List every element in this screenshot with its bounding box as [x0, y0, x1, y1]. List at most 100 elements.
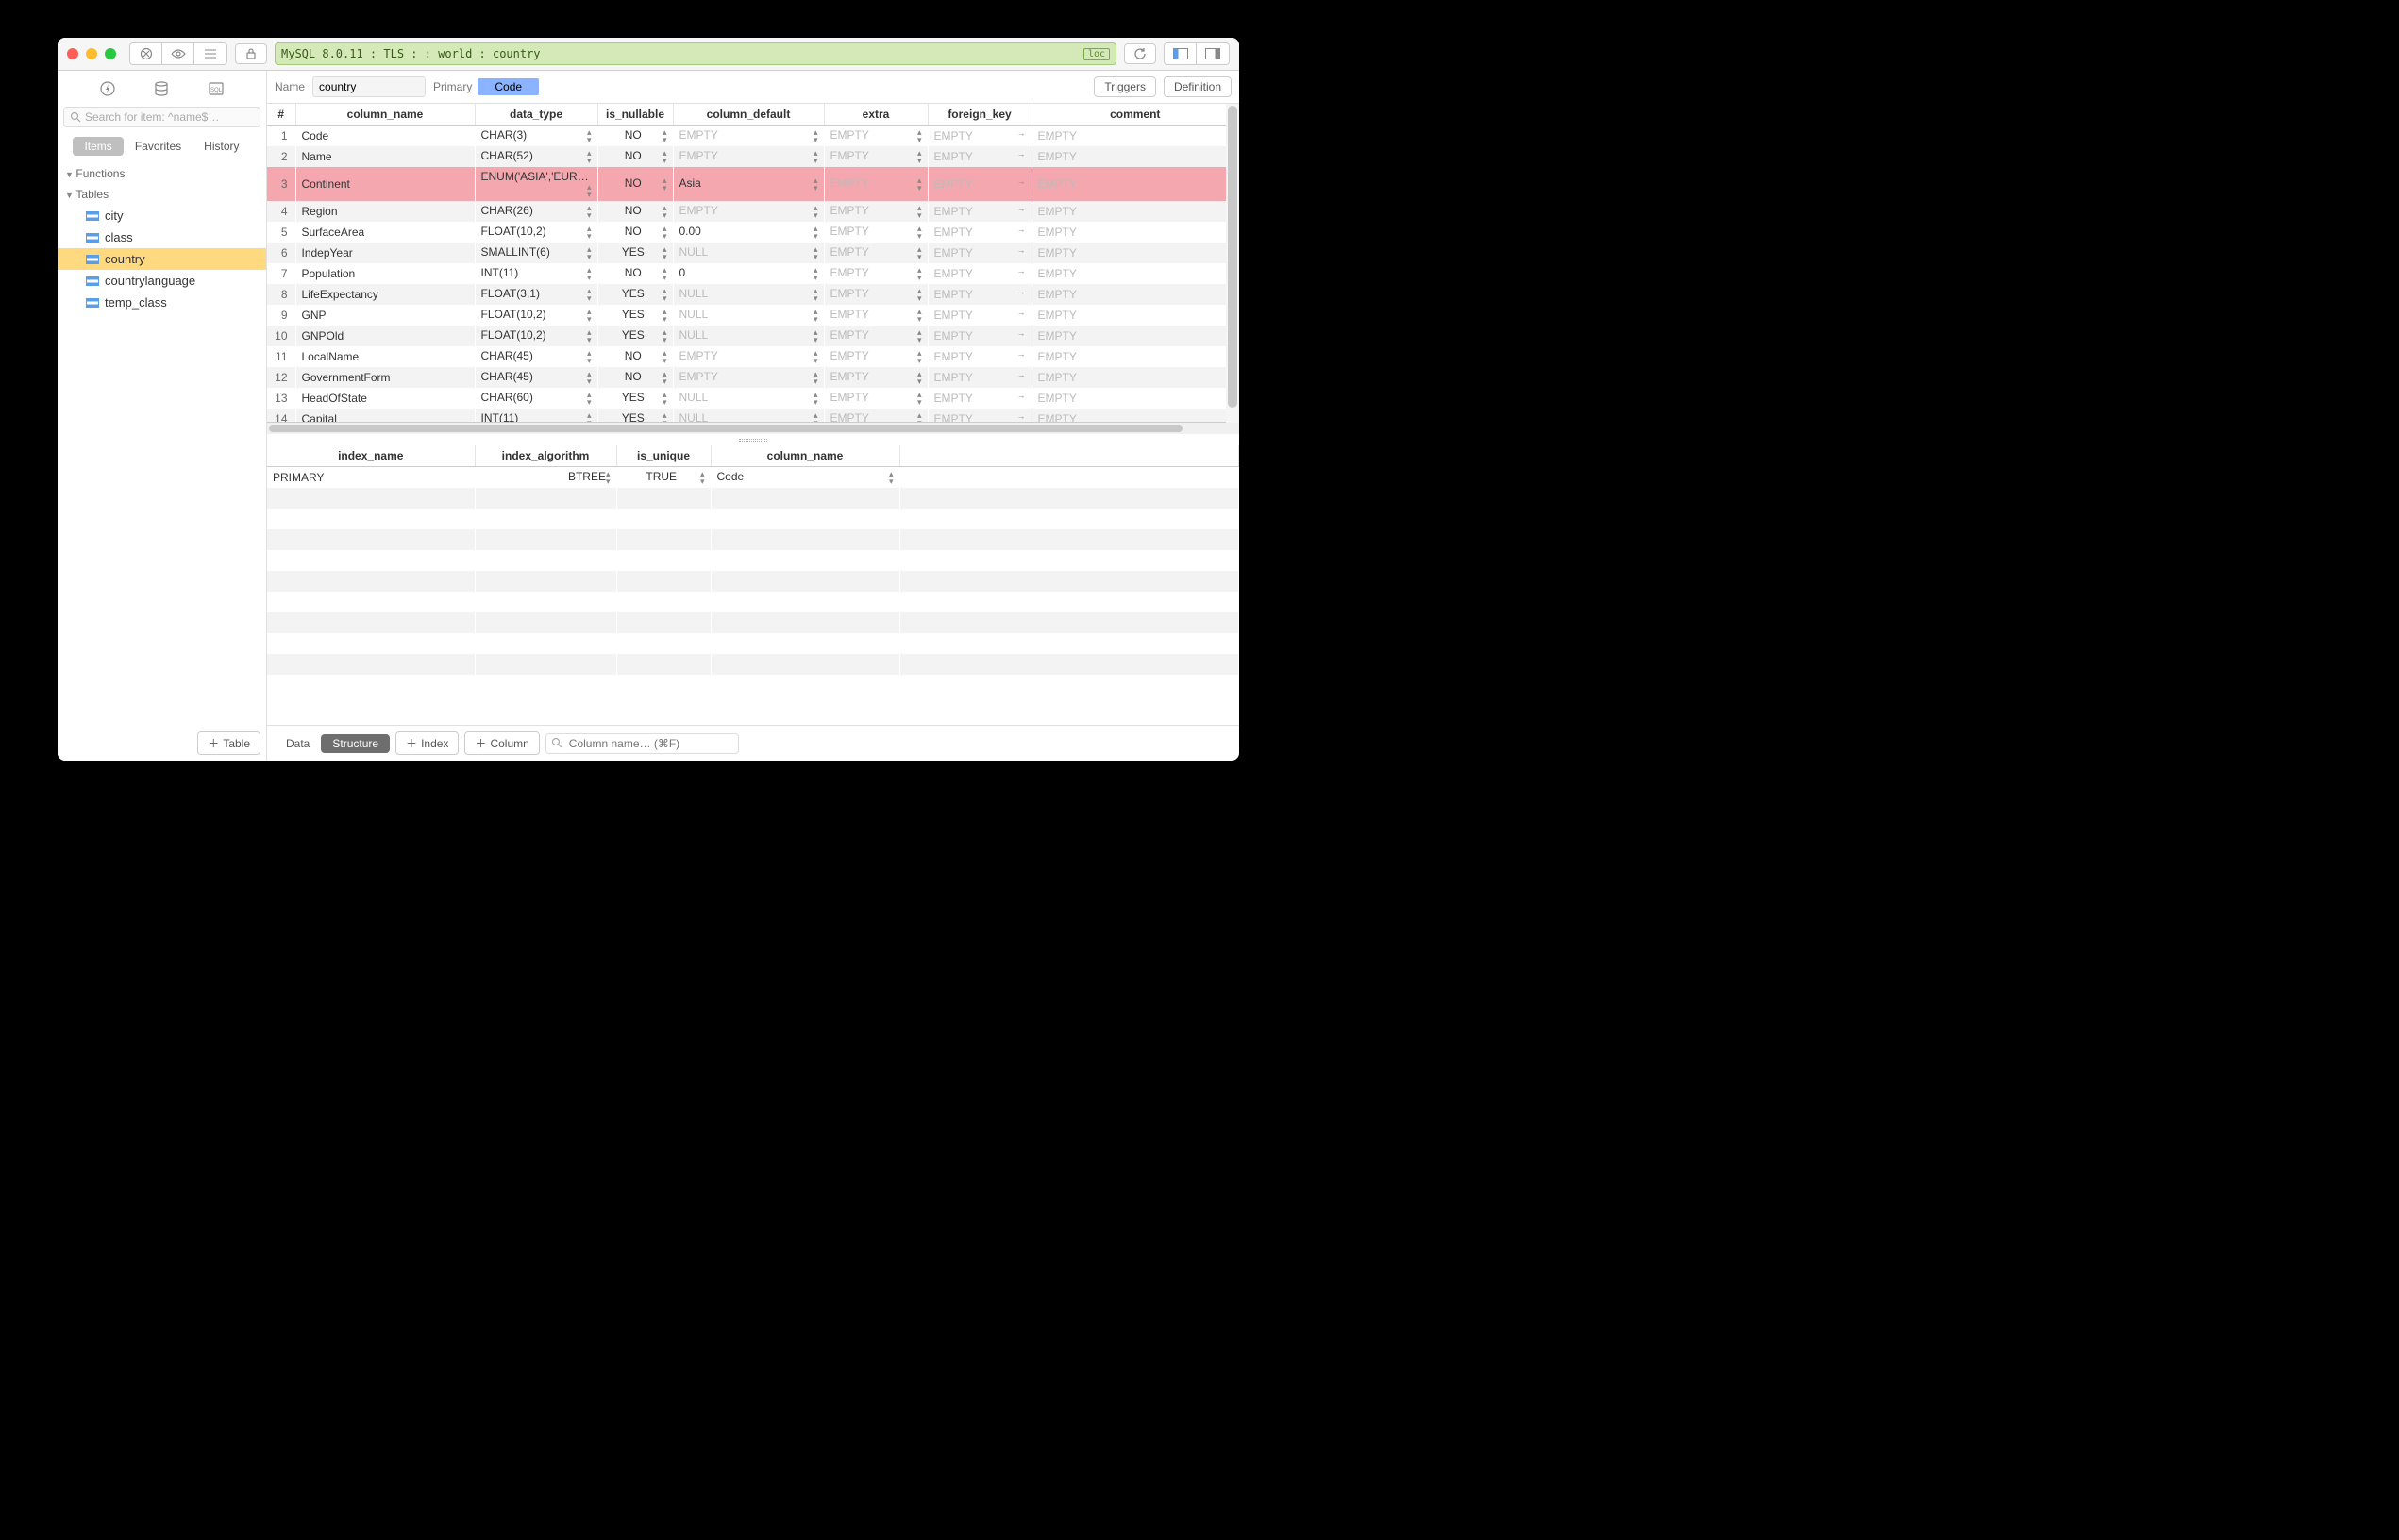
idx-name[interactable]: index_name	[267, 445, 475, 467]
column-row[interactable]: 11LocalNameCHAR(45)▴▾NO▴▾EMPTY▴▾EMPTY▴▾E…	[267, 346, 1239, 367]
column-row[interactable]: 9GNPFLOAT(10,2)▴▾YES▴▾NULL▴▾EMPTY▴▾EMPTY…	[267, 305, 1239, 326]
add-index-button[interactable]: ＋Index	[395, 731, 459, 755]
stepper-icon[interactable]: ▴▾	[663, 287, 667, 302]
stepper-icon[interactable]: ▴▾	[587, 183, 592, 198]
arrow-icon[interactable]: →	[1017, 177, 1026, 185]
stepper-icon[interactable]: ▴▾	[917, 349, 922, 364]
stepper-icon[interactable]: ▴▾	[917, 370, 922, 385]
stepper-icon[interactable]: ▴▾	[587, 411, 592, 423]
stepper-icon[interactable]: ▴▾	[917, 176, 922, 192]
column-row[interactable]: 8LifeExpectancyFLOAT(3,1)▴▾YES▴▾NULL▴▾EM…	[267, 284, 1239, 305]
arrow-icon[interactable]: →	[1017, 371, 1026, 378]
column-row[interactable]: 12GovernmentFormCHAR(45)▴▾NO▴▾EMPTY▴▾EMP…	[267, 367, 1239, 388]
stepper-icon[interactable]: ▴▾	[663, 225, 667, 240]
splitter-handle[interactable]	[267, 434, 1239, 445]
stepper-icon[interactable]: ▴▾	[663, 308, 667, 323]
col-default[interactable]: column_default	[673, 104, 824, 126]
col-fk[interactable]: foreign_key	[928, 104, 1032, 126]
tab-data[interactable]: Data	[275, 734, 321, 753]
definition-button[interactable]: Definition	[1164, 76, 1232, 97]
col-name[interactable]: column_name	[295, 104, 475, 126]
idx-algo[interactable]: index_algorithm	[475, 445, 616, 467]
column-row[interactable]: 4RegionCHAR(26)▴▾NO▴▾EMPTY▴▾EMPTY▴▾EMPTY…	[267, 201, 1239, 222]
index-row[interactable]: PRIMARYBTREE▴▾TRUE▴▾Code▴▾	[267, 467, 1239, 489]
stepper-icon[interactable]: ▴▾	[587, 266, 592, 281]
lock-button[interactable]	[235, 43, 267, 64]
stepper-icon[interactable]: ▴▾	[587, 287, 592, 302]
stepper-icon[interactable]: ▴▾	[587, 370, 592, 385]
stepper-icon[interactable]: ▴▾	[814, 349, 818, 364]
stepper-icon[interactable]: ▴▾	[917, 149, 922, 164]
stepper-icon[interactable]: ▴▾	[587, 328, 592, 343]
zoom-icon[interactable]	[105, 48, 116, 59]
sql-icon[interactable]: SQL	[206, 78, 226, 99]
primary-value[interactable]: Code	[478, 78, 539, 95]
stop-button[interactable]	[130, 43, 162, 64]
stepper-icon[interactable]: ▴▾	[814, 328, 818, 343]
stepper-icon[interactable]: ▴▾	[663, 176, 667, 192]
arrow-icon[interactable]: →	[1017, 288, 1026, 295]
column-row[interactable]: 10GNPOldFLOAT(10,2)▴▾YES▴▾NULL▴▾EMPTY▴▾E…	[267, 326, 1239, 346]
stepper-icon[interactable]: ▴▾	[917, 225, 922, 240]
arrow-icon[interactable]: →	[1017, 129, 1026, 137]
arrow-icon[interactable]: →	[1017, 350, 1026, 358]
stepper-icon[interactable]: ▴▾	[917, 391, 922, 406]
column-row[interactable]: 7PopulationINT(11)▴▾NO▴▾0▴▾EMPTY▴▾EMPTY→…	[267, 263, 1239, 284]
stepper-icon[interactable]: ▴▾	[917, 308, 922, 323]
column-row[interactable]: 14CapitalINT(11)▴▾YES▴▾NULL▴▾EMPTY▴▾EMPT…	[267, 409, 1239, 423]
sidebar-item-city[interactable]: city	[58, 205, 266, 226]
column-row[interactable]: 5SurfaceAreaFLOAT(10,2)▴▾NO▴▾0.00▴▾EMPTY…	[267, 222, 1239, 243]
stepper-icon[interactable]: ▴▾	[587, 349, 592, 364]
idx-col[interactable]: column_name	[711, 445, 899, 467]
vertical-scrollbar[interactable]	[1226, 104, 1239, 423]
stepper-icon[interactable]: ▴▾	[587, 204, 592, 219]
section-functions[interactable]: Functions	[58, 163, 266, 184]
add-table-button[interactable]: ＋Table	[197, 731, 260, 755]
sidebar-item-countrylanguage[interactable]: countrylanguage	[58, 270, 266, 292]
stepper-icon[interactable]: ▴▾	[814, 370, 818, 385]
sidebar-search[interactable]: Search for item: ^name$…	[63, 107, 260, 127]
column-search-input[interactable]	[545, 733, 739, 754]
add-column-button[interactable]: ＋Column	[464, 731, 539, 755]
column-row[interactable]: 13HeadOfStateCHAR(60)▴▾YES▴▾NULL▴▾EMPTY▴…	[267, 388, 1239, 409]
stepper-icon[interactable]: ▴▾	[814, 411, 818, 423]
stepper-icon[interactable]: ▴▾	[587, 391, 592, 406]
columns-grid[interactable]: # column_name data_type is_nullable colu…	[267, 104, 1239, 423]
column-row[interactable]: 6IndepYearSMALLINT(6)▴▾YES▴▾NULL▴▾EMPTY▴…	[267, 243, 1239, 263]
stepper-icon[interactable]: ▴▾	[587, 245, 592, 260]
tab-history[interactable]: History	[193, 137, 250, 156]
stepper-icon[interactable]: ▴▾	[814, 149, 818, 164]
stepper-icon[interactable]: ▴▾	[606, 470, 611, 485]
arrow-icon[interactable]: →	[1017, 150, 1026, 158]
stepper-icon[interactable]: ▴▾	[917, 204, 922, 219]
idx-unique[interactable]: is_unique	[616, 445, 711, 467]
tab-items[interactable]: Items	[73, 137, 123, 156]
col-null[interactable]: is_nullable	[597, 104, 673, 126]
stepper-icon[interactable]: ▴▾	[663, 370, 667, 385]
column-row[interactable]: 2NameCHAR(52)▴▾NO▴▾EMPTY▴▾EMPTY▴▾EMPTY→E…	[267, 146, 1239, 167]
stepper-icon[interactable]: ▴▾	[814, 128, 818, 143]
triggers-button[interactable]: Triggers	[1094, 76, 1156, 97]
list-button[interactable]	[194, 43, 226, 64]
stepper-icon[interactable]: ▴▾	[917, 411, 922, 423]
preview-button[interactable]	[162, 43, 194, 64]
col-extra[interactable]: extra	[824, 104, 928, 126]
stepper-icon[interactable]: ▴▾	[663, 128, 667, 143]
stepper-icon[interactable]: ▴▾	[700, 470, 705, 485]
section-tables[interactable]: Tables	[58, 184, 266, 205]
arrow-icon[interactable]: →	[1017, 329, 1026, 337]
stepper-icon[interactable]: ▴▾	[814, 204, 818, 219]
sidebar-item-temp_class[interactable]: temp_class	[58, 292, 266, 313]
left-panel-button[interactable]	[1165, 43, 1197, 64]
stepper-icon[interactable]: ▴▾	[889, 470, 894, 485]
stepper-icon[interactable]: ▴▾	[814, 245, 818, 260]
tab-structure[interactable]: Structure	[321, 734, 390, 753]
col-type[interactable]: data_type	[475, 104, 597, 126]
database-icon[interactable]	[151, 78, 172, 99]
sidebar-item-class[interactable]: class	[58, 226, 266, 248]
col-comment[interactable]: comment	[1032, 104, 1239, 126]
stepper-icon[interactable]: ▴▾	[663, 266, 667, 281]
minimize-icon[interactable]	[86, 48, 97, 59]
stepper-icon[interactable]: ▴▾	[587, 225, 592, 240]
arrow-icon[interactable]: →	[1017, 205, 1026, 212]
